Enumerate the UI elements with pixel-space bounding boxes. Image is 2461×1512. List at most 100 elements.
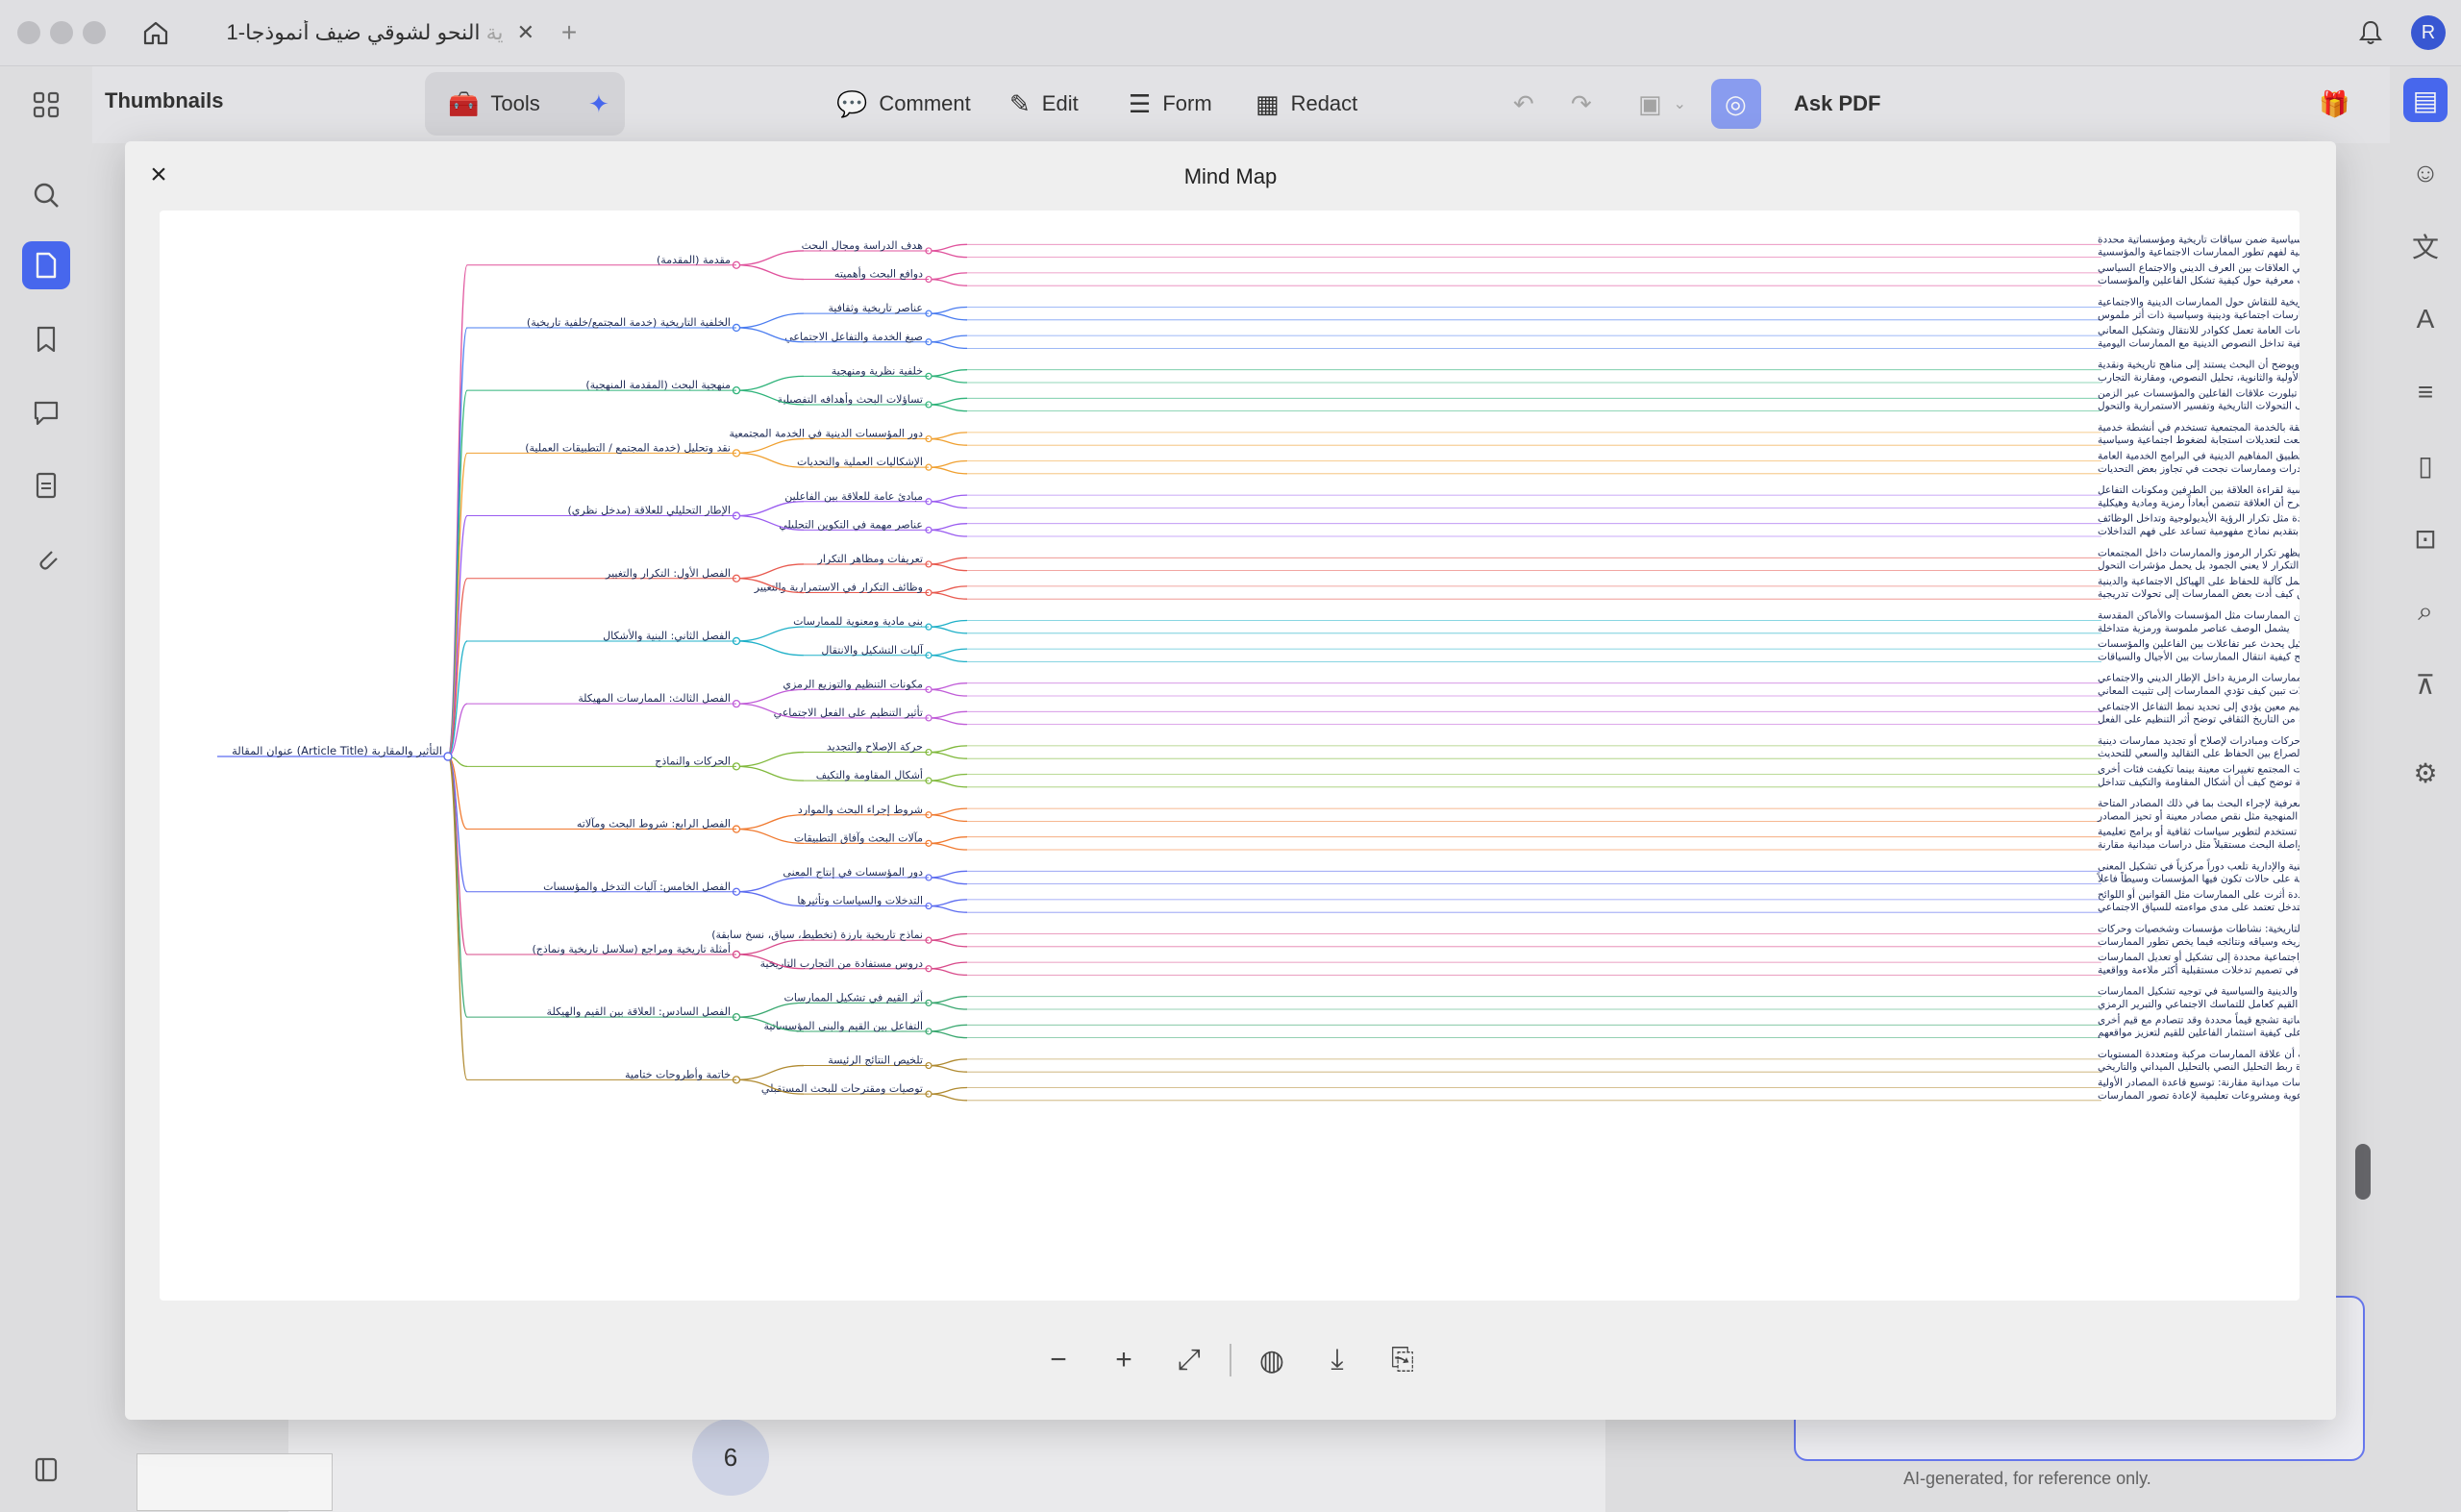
child-connector — [735, 939, 805, 955]
export-button[interactable]: ⎘ — [1370, 1333, 1435, 1387]
child-connector — [735, 1002, 805, 1018]
mind-map-child-node: مكونات التنظيم والتوزيع الرمزي — [783, 678, 923, 690]
mind-map-leaf: يقدم أمثلة على كيفية استثمار الفاعلين لل… — [2098, 1026, 2299, 1039]
child-connector — [735, 877, 805, 893]
minus-icon: − — [1050, 1344, 1067, 1376]
leaf-connector — [928, 341, 968, 350]
download-button[interactable]: ⤓ — [1305, 1333, 1370, 1387]
mind-map-branch-node: أمثلة تاريخية ومراجع (سلاسل تاريخية ونما… — [533, 942, 731, 955]
leaf-connector — [928, 717, 968, 726]
mind-map-leaf: تؤكد النتائج على ضرورة ربط التحليل النصي… — [2098, 1061, 2299, 1073]
mind-map-child-node: دور المؤسسات في إنتاج المعنى — [783, 866, 923, 879]
leaf-connector — [928, 1086, 968, 1095]
mind-map-leaf: يشير إلى أمثلة عملية لكيفية تداخل النصوص… — [2098, 335, 2299, 349]
mind-map-child-node: تساؤلات البحث وأهدافه التفصيلية — [778, 392, 923, 406]
mind-map-leaf: يوضح أن فاعلية التدخل تعتمد على مدى مواء… — [2098, 900, 2299, 913]
leaf-connector — [928, 272, 968, 281]
leaf-connector — [928, 397, 968, 406]
leaf-connector — [928, 494, 968, 503]
plus-icon: + — [1115, 1344, 1132, 1376]
leaf-connector — [928, 404, 968, 412]
mind-map-leaf: يبين أن التشكيل يحدث عبر تفاعلات بين الف… — [2098, 636, 2299, 650]
mind-map-child-node: آليات التشكيل والانتقال — [821, 643, 924, 657]
child-connector — [735, 375, 805, 391]
child-connector — [735, 814, 805, 830]
mind-map-leaf: يقدم أمثلة توضح كيف أن أشكال المقاومة وا… — [2098, 775, 2299, 788]
leaf-connector — [928, 682, 968, 690]
mind-map-child-node: أشكال المقاومة والتكيف — [816, 768, 923, 781]
leaf-connector — [928, 466, 968, 475]
child-connector — [735, 626, 805, 642]
leaf-connector — [928, 375, 968, 384]
leaf-connector — [928, 250, 968, 259]
mind-map-branch-node: الفصل الخامس: آليات التدخل والمؤسسات — [543, 880, 731, 893]
leaf-connector — [928, 1058, 968, 1067]
child-connector — [735, 765, 805, 781]
mind-map-child-node: حركة الإصلاح والتجديد — [827, 741, 923, 754]
leaf-connector — [928, 563, 968, 572]
leaf-connector — [928, 626, 968, 634]
download-icon: ⤓ — [1330, 1344, 1344, 1376]
mind-map-child-node: صيغ الخدمة والتفاعل الاجتماعي — [784, 331, 923, 343]
globe-icon: ◍ — [1258, 1344, 1285, 1376]
mind-map-leaf: يشرح النص كيف يظهر تكرار الرموز والممارس… — [2098, 547, 2299, 558]
mind-map-leaf: يقدم الفصل مبادئ أساسية لقراءة العلاقة ب… — [2098, 483, 2299, 496]
mind-map-child-node: توصيات ومقترحات للبحث المستقبلي — [761, 1082, 923, 1095]
mind-map-child-node: دور المؤسسات الدينية في الخدمة المجتمعية — [729, 428, 923, 440]
mind-map-child-node: مآلات البحث وآفاق التطبيقات — [794, 830, 923, 844]
mind-map-leaf: تشير المقدمة إلى أن البحث يعتمد مقاربة ت… — [2098, 245, 2299, 259]
language-button[interactable]: ◍ — [1239, 1333, 1305, 1387]
leaf-connector — [928, 745, 968, 754]
leaf-connector — [928, 278, 968, 286]
mind-map-leaf: يبرز القسم أمثلة على ممارسات اجتماعية ود… — [2098, 308, 2299, 321]
mind-map-leaf: يشرح أن العلاقة تتضمن أبعاداً رمزية وماد… — [2098, 495, 2299, 508]
leaf-connector — [928, 899, 968, 907]
leaf-connector — [928, 968, 968, 977]
leaf-connector — [928, 1002, 968, 1010]
mind-map-child-node: شروط إجراء البحث والموارد — [798, 804, 923, 816]
mind-map-leaf: يعرض حالات تبين كيف تؤدي الممارسات إلى ت… — [2098, 685, 2299, 697]
child-connector — [735, 891, 805, 907]
mind-map-leaf: لكل نموذج يقدم وصفاً لتاريخه وسياقه ونتا… — [2098, 933, 2299, 947]
mind-map-leaf: يتناول هذا الجزء حركات ومبادرات لإصلاح أ… — [2098, 733, 2299, 747]
mind-map-leaf: يحدد القسم دوافع إجراء الدراسة ومنها الغ… — [2098, 262, 2299, 274]
leaf-connector — [928, 523, 968, 531]
mind-map-child-node: تعريفات ومظاهر التكرار — [817, 553, 923, 565]
leaf-connector — [928, 1030, 968, 1039]
mind-map-leaf: يستعرض هذا القسم الخلفية التاريخية للنقا… — [2098, 297, 2299, 309]
toolbar-divider — [1230, 1344, 1231, 1376]
leaf-connector — [928, 773, 968, 781]
leaf-connector — [928, 501, 968, 509]
leaf-connector — [928, 312, 968, 321]
leaf-connector — [928, 870, 968, 879]
leaf-connector — [928, 655, 968, 663]
leaf-connector — [928, 335, 968, 343]
mind-map-leaf: يستعرض عناصر تحليلية محددة مثل تكرار الر… — [2098, 512, 2299, 525]
mind-map-leaf: يسرد أمثلة من التاريخ الثقافي توضح أثر ا… — [2098, 712, 2299, 726]
root-node-dot[interactable] — [443, 752, 453, 761]
mind-map-leaf: يقدم أمثلة على حالات تكون فيها المؤسسات … — [2097, 871, 2299, 884]
leaf-connector — [928, 877, 968, 885]
mind-map-leaf: يحدد القسم تحديات تطبيق المفاهيم الدينية… — [2098, 451, 2299, 462]
mind-map-branch-node: الحركات والنماذج — [655, 755, 731, 767]
leaf-connector — [928, 780, 968, 788]
zoom-out-button[interactable]: − — [1026, 1333, 1091, 1387]
mind-map-leaf: يقدم نماذج توضح كيفية انتقال الممارسات ب… — [2098, 650, 2299, 662]
mind-map-leaf: يصف كيف تعمل القيم كعامل للتماسك الاجتما… — [2098, 999, 2299, 1010]
mind-map-leaf: يوضح كيف أن النصوص والمؤسسات العامة تعمل… — [2098, 323, 2299, 336]
mind-map-leaf: تقترح تطوير برامج توعوية ومشروعات تعليمي… — [2098, 1090, 2299, 1102]
mind-map-leaf: يبين أن البنى المؤسساتية تشجع قيماً محدد… — [2098, 1012, 2299, 1026]
mind-map-branch-node: الفصل السادس: العلاقة بين القيم والهيكلة — [547, 1005, 731, 1018]
mind-map-child-node: تأثير التنظيم على الفعل الاجتماعي — [774, 705, 923, 719]
mind-map-child-node: الإشكاليات العملية والتحديات — [797, 456, 923, 468]
child-connector — [735, 751, 805, 767]
mind-map-branch-node: نقد وتحليل (خدمة المجتمع / التطبيقات الع… — [525, 441, 731, 454]
mind-map-leaf: يعرض تفاصيل عن البنى التي تتضمن الممارسا… — [2098, 609, 2299, 622]
mind-map-child-node: دوافع البحث وأهميته — [834, 267, 923, 281]
mind-map-canvas[interactable]: تشرح المقدمة أن الدراسة تسعى إلى استقصاء… — [160, 211, 2299, 1301]
fit-screen-button[interactable]: ⤢ — [1156, 1333, 1222, 1387]
mind-map-leaf: يوضح كيف تم تنظيم الممارسات الرمزية داخل… — [2098, 673, 2299, 684]
child-connector — [735, 501, 805, 517]
mind-map-leaf: يشرح كيف أن المؤسسات الأكاديمية والدينية… — [2098, 858, 2299, 872]
zoom-in-button[interactable]: + — [1091, 1333, 1156, 1387]
